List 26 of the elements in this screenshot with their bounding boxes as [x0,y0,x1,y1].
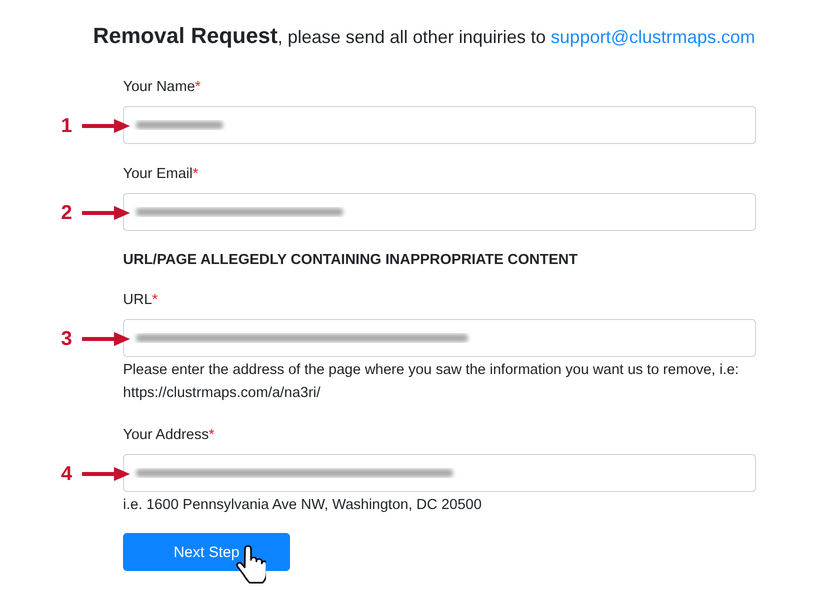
arrow-icon [82,119,130,133]
support-email-link[interactable]: support@clustrmaps.com [550,27,756,47]
form-title: Removal Request [93,23,278,48]
input-field[interactable] [123,106,756,144]
arrow-icon [82,332,130,346]
field-label: Your Address [123,427,209,443]
section-heading: URL/PAGE ALLEGEDLY CONTAINING INAPPROPRIATE CONTENT [123,251,579,270]
input-field[interactable] [123,319,756,357]
header-text: , please send all other inquiries to [278,27,546,47]
annotation-number: 2 [61,203,72,223]
annotation-number: 1 [61,116,72,136]
help-text: i.e. 1600 Pennsylvania Ave NW, Washington, DC 20500 [123,496,483,515]
arrow-icon [82,467,130,481]
annotation-number: 4 [61,464,72,484]
input-field[interactable] [123,193,756,231]
annotation-number: 3 [61,329,72,349]
arrow-icon [82,206,130,220]
field-label: URL [123,292,152,308]
required-asterisk: * [208,427,214,443]
field-label: Your Name [123,79,196,95]
required-asterisk: * [152,292,158,308]
input-field[interactable] [123,454,756,492]
help-text: Please enter the address of the page where you saw the information you want us to remove, i.e: https://clustrmaps.com/a/na3ri/ [123,361,740,403]
required-asterisk: * [195,79,201,95]
field-label: Your Email [123,166,193,182]
required-asterisk: * [192,166,198,182]
